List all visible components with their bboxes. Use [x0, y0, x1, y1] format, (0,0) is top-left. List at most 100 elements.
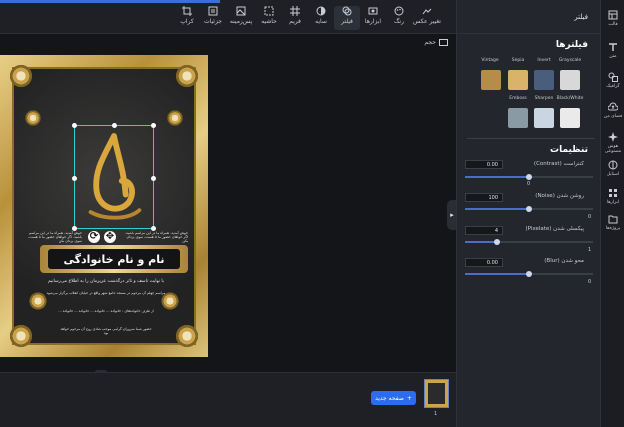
contrast-input[interactable]: 0.00 [465, 160, 503, 169]
resize-handle[interactable] [72, 123, 77, 128]
noise-slider[interactable] [465, 206, 593, 212]
shadow-icon [316, 6, 326, 16]
filter-vintage[interactable] [481, 70, 501, 90]
style-icon [608, 160, 618, 170]
border-label: حاشیه [261, 18, 277, 25]
sidebar-item-label: قالب [608, 22, 618, 27]
slider-knob[interactable] [526, 271, 532, 277]
slider-knob[interactable] [526, 174, 532, 180]
crop-icon [182, 6, 192, 16]
canvas-size-label[interactable]: حجم [424, 39, 448, 46]
sidebar-item-uploads[interactable]: فضای من [601, 102, 624, 119]
background-tool[interactable]: پس‌زمینه [226, 6, 256, 30]
details-tool[interactable]: جزئیات [200, 6, 226, 30]
filter-tool[interactable]: فیلتر [334, 6, 360, 30]
toolbar-accent-line [0, 0, 220, 3]
filter-invert[interactable] [534, 70, 554, 90]
graphic-icon [608, 72, 618, 82]
sidebar-item-graphic[interactable]: گرافیک [601, 72, 624, 89]
slider-knob[interactable] [494, 239, 500, 245]
poster[interactable]: ⟳ ✥ خوش آمدید. همراه ما در این مراسم باش… [0, 55, 208, 357]
filter-grayscale[interactable] [560, 70, 580, 90]
sidebar-item-label: گرافیک [606, 84, 620, 89]
headline[interactable]: نام و نام خانوادگی [48, 249, 180, 269]
cloud-upload-icon [608, 102, 618, 111]
pixelate-slider[interactable] [465, 239, 593, 245]
border-tool[interactable]: حاشیه [256, 6, 282, 30]
sidebar-item-ai[interactable]: هوش مصنوعی [601, 132, 624, 154]
filter-label: Emboss [509, 96, 527, 101]
frame-icon [290, 6, 300, 16]
filter-sharpen[interactable] [534, 108, 554, 128]
design-canvas[interactable]: حجم ⟳ ✥ خوش آمدید. همراه ما در این مراسم… [0, 34, 456, 380]
noise-input[interactable]: 100 [465, 193, 503, 202]
blur-label: محو شدن (Blur) [544, 258, 584, 264]
new-page-label: صفحه جدید [375, 394, 404, 402]
sidebar-item-style[interactable]: استایل [601, 160, 624, 177]
tools-tool[interactable]: ابزارها [360, 6, 386, 30]
replace-image-label: تغییر عکس [413, 18, 441, 25]
sidebar-item-tools[interactable]: ابزارها [601, 188, 624, 205]
filter-black-white[interactable] [560, 108, 580, 128]
panel-header: فیلتر [457, 0, 600, 34]
resize-handle[interactable] [151, 176, 156, 181]
slider-fill [465, 208, 529, 210]
move-button[interactable]: ✥ [104, 231, 116, 243]
corner-ornament-icon [174, 63, 200, 89]
details-label: جزئیات [204, 18, 222, 25]
filter-label: فیلتر [341, 18, 353, 25]
frame-label: فریم [289, 18, 301, 25]
families-text: از طرف خانواده‌های : خانواده ... خانواده… [58, 309, 154, 313]
main-sidebar: قالب متن گرافیک فضای من هوش مصنوعی استای… [600, 0, 624, 427]
sidebar-item-template[interactable]: قالب [601, 10, 624, 27]
settings-title: تنظیمات [550, 145, 588, 155]
selected-calligraphy-image[interactable] [72, 123, 156, 231]
frame-tool[interactable]: فریم [282, 6, 308, 30]
filter-emboss[interactable] [508, 108, 528, 128]
blur-input[interactable]: 0.00 [465, 258, 503, 267]
image-swap-icon [422, 8, 432, 15]
sidebar-item-projects[interactable]: پروژه‌ها [601, 214, 624, 231]
side-ornament-icon [166, 109, 184, 127]
pixelate-input[interactable]: 4 [465, 226, 503, 235]
thumbnail-preview [428, 383, 445, 404]
noise-value: 0 [588, 214, 592, 220]
blur-slider[interactable] [465, 271, 593, 277]
intro-text-right: خوش آمدید. همراه ما در این مراسم باشید. … [124, 231, 188, 243]
contrast-label: کنتراست (Contrast) [533, 161, 584, 167]
sidebar-item-text[interactable]: متن [601, 42, 624, 59]
page-thumbnail[interactable] [424, 379, 449, 408]
color-tool[interactable]: رنگ [386, 6, 412, 30]
filter-sepia[interactable] [508, 70, 528, 90]
filter-icon [342, 6, 352, 16]
rotate-button[interactable]: ⟳ [88, 231, 100, 243]
filter-label: Vintage [481, 58, 499, 63]
resize-handle[interactable] [72, 176, 77, 181]
intro-text: خوش آمدید. همراه ما در این مراسم باشید. … [28, 231, 82, 243]
footer-text: حضور شما سروران گرامی موجب شادی روح آن م… [60, 327, 152, 335]
replace-image-tool[interactable]: تغییر عکس [412, 6, 442, 30]
resize-handle[interactable] [112, 123, 117, 128]
details-icon [208, 6, 218, 16]
slider-knob[interactable] [526, 206, 532, 212]
crop-tool[interactable]: کراپ [174, 6, 200, 30]
slider-fill [465, 273, 529, 275]
filter-panel: فیلتر فیلترها Grayscale Invert Sepia Vin… [456, 0, 600, 427]
filter-label: Sharpen [534, 96, 554, 101]
filter-label: Sepia [511, 58, 525, 63]
template-icon [608, 10, 618, 20]
resize-handle[interactable] [151, 123, 156, 128]
plus-icon: + [406, 394, 412, 402]
border-icon [264, 6, 274, 16]
contrast-slider[interactable] [465, 174, 593, 180]
poster-inner: ⟳ ✥ خوش آمدید. همراه ما در این مراسم باش… [8, 63, 200, 349]
shadow-tool[interactable]: سایه [308, 6, 334, 30]
corner-ornament-icon [8, 323, 34, 349]
filter-label: Invert [537, 58, 551, 63]
filter-label: Grayscale [558, 58, 582, 63]
contrast-value: 0 [527, 181, 531, 187]
tools-label: ابزارها [364, 18, 382, 25]
corner-ornament-icon [174, 323, 200, 349]
background-label: پس‌زمینه [229, 18, 253, 25]
new-page-button[interactable]: صفحه جدید + [371, 391, 416, 405]
